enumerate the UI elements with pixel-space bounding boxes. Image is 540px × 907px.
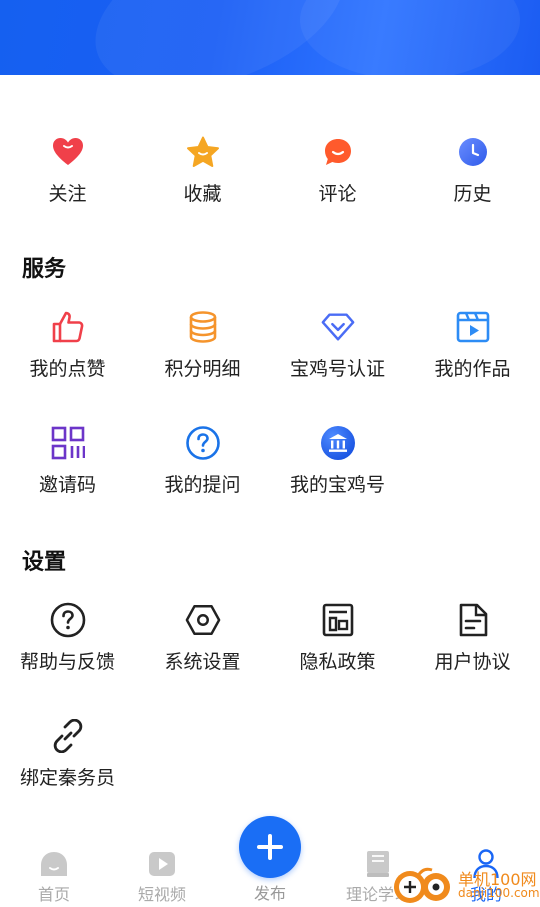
quick-action-favorite[interactable]: 收藏 bbox=[135, 134, 270, 206]
quick-action-label: 关注 bbox=[48, 183, 87, 205]
service-label: 邀请码 bbox=[38, 474, 96, 496]
service-label: 我的提问 bbox=[164, 474, 241, 496]
video-icon bbox=[455, 309, 491, 345]
setting-user-agreement[interactable]: 用户协议 bbox=[405, 602, 540, 674]
settings-hex-icon bbox=[185, 602, 221, 638]
thumbs-up-icon bbox=[50, 309, 86, 345]
service-label: 宝鸡号认证 bbox=[289, 358, 385, 380]
service-my-baoji-account[interactable]: 我的宝鸡号 bbox=[270, 425, 405, 497]
tab-short-video[interactable]: 短视频 bbox=[108, 838, 216, 907]
setting-privacy[interactable]: 隐私政策 bbox=[270, 602, 405, 674]
services-row-1: 我的点赞 积分明细 宝鸡号认证 我的作品 bbox=[0, 309, 540, 381]
service-baoji-verify[interactable]: 宝鸡号认证 bbox=[270, 309, 405, 381]
header-banner bbox=[0, 0, 540, 75]
privacy-doc-icon bbox=[320, 602, 356, 638]
tab-home[interactable]: 首页 bbox=[0, 838, 108, 907]
star-icon bbox=[185, 134, 221, 170]
watermark-domain: danji100.com bbox=[458, 886, 540, 900]
service-my-likes[interactable]: 我的点赞 bbox=[0, 309, 135, 381]
settings-title: 设置 bbox=[22, 550, 67, 575]
setting-label: 隐私政策 bbox=[299, 651, 376, 673]
service-label: 我的点赞 bbox=[29, 358, 106, 380]
home-icon bbox=[40, 850, 68, 878]
settings-row-2: 绑定秦务员 bbox=[0, 718, 540, 790]
setting-label: 绑定秦务员 bbox=[19, 767, 115, 789]
setting-label: 用户协议 bbox=[434, 651, 511, 673]
building-icon bbox=[320, 425, 356, 461]
watermark-icon bbox=[394, 867, 450, 903]
setting-help-feedback[interactable]: 帮助与反馈 bbox=[0, 602, 135, 674]
quick-action-history[interactable]: 历史 bbox=[405, 134, 540, 206]
setting-label: 系统设置 bbox=[164, 651, 241, 673]
service-label: 我的宝鸡号 bbox=[289, 474, 385, 496]
quick-action-label: 历史 bbox=[453, 183, 492, 205]
setting-label: 帮助与反馈 bbox=[19, 651, 115, 673]
service-label: 我的作品 bbox=[434, 358, 511, 380]
comment-icon bbox=[320, 134, 356, 170]
clock-icon bbox=[455, 134, 491, 170]
question-icon bbox=[185, 425, 221, 461]
publish-button[interactable] bbox=[239, 816, 301, 878]
service-my-questions[interactable]: 我的提问 bbox=[135, 425, 270, 497]
agreement-doc-icon bbox=[455, 602, 491, 638]
setting-bind-official[interactable]: 绑定秦务员 bbox=[0, 718, 135, 790]
diamond-icon bbox=[320, 309, 356, 345]
quick-actions-row: 关注 收藏 评论 历史 bbox=[0, 134, 540, 206]
plus-icon bbox=[257, 834, 283, 860]
qr-grid-icon bbox=[50, 425, 86, 461]
service-points-detail[interactable]: 积分明细 bbox=[135, 309, 270, 381]
quick-action-follow[interactable]: 关注 bbox=[0, 134, 135, 206]
setting-system[interactable]: 系统设置 bbox=[135, 602, 270, 674]
quick-action-label: 收藏 bbox=[183, 183, 222, 205]
help-icon bbox=[50, 602, 86, 638]
link-icon bbox=[50, 718, 86, 754]
tab-label: 首页 bbox=[37, 885, 70, 904]
service-my-works[interactable]: 我的作品 bbox=[405, 309, 540, 381]
coins-icon bbox=[185, 309, 221, 345]
quick-action-label: 评论 bbox=[318, 183, 357, 205]
settings-row-1: 帮助与反馈 系统设置 隐私政策 用户协议 bbox=[0, 602, 540, 674]
publish-label: 发布 bbox=[253, 884, 286, 903]
service-invite-code[interactable]: 邀请码 bbox=[0, 425, 135, 497]
quick-action-comment[interactable]: 评论 bbox=[270, 134, 405, 206]
play-icon bbox=[148, 850, 176, 878]
heart-icon bbox=[50, 134, 86, 170]
services-title: 服务 bbox=[22, 257, 67, 282]
service-label: 积分明细 bbox=[164, 358, 241, 380]
tab-label: 短视频 bbox=[137, 885, 186, 904]
services-row-2: 邀请码 我的提问 我的宝鸡号 bbox=[0, 425, 540, 497]
book-icon bbox=[364, 850, 392, 878]
